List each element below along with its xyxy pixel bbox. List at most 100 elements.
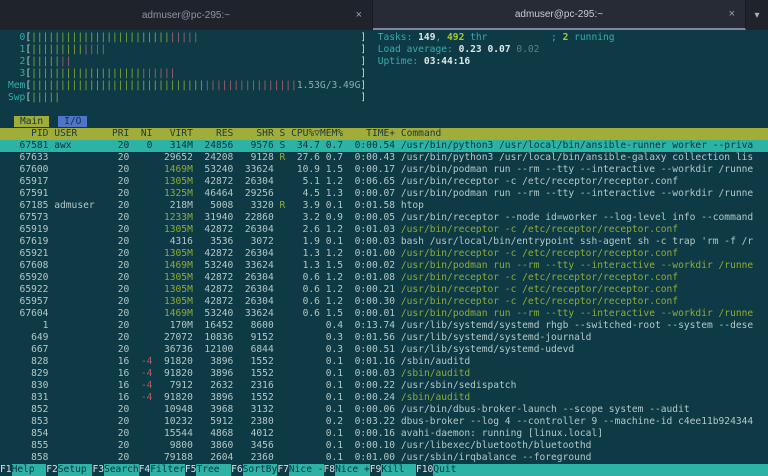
cell-s (280, 236, 292, 247)
process-row[interactable]: 65921 20 1305M 42872 26304 1.3 1.2 0:01.… (0, 248, 768, 260)
process-row[interactable]: 65957 20 1305M 42872 26304 0.6 1.2 0:00.… (0, 296, 768, 308)
fkey-f10[interactable]: F10 (416, 464, 433, 476)
cell-s: S (280, 140, 292, 151)
fkey-label-kill[interactable]: Kill (381, 464, 416, 476)
stats-text: 149 (418, 32, 435, 43)
process-row[interactable]: 65919 20 1305M 42872 26304 2.6 1.2 0:01.… (0, 224, 768, 236)
cell-s: R (280, 152, 292, 163)
cell-ni (135, 344, 158, 355)
cell-shr: 6844 (239, 344, 279, 355)
fkey-label-sortby[interactable]: SortBy (243, 464, 278, 476)
process-row[interactable]: 854 20 15544 4868 4012 0.1 0:00.16 avahi… (0, 428, 768, 440)
cell-s (280, 440, 292, 451)
fkey-f2[interactable]: F2 (46, 464, 58, 476)
cell-mem: 1.2 (320, 248, 349, 259)
process-row[interactable]: 830 16 -4 7912 2632 2316 0.1 0:00.22 /us… (0, 380, 768, 392)
column-header-s: S (280, 128, 292, 139)
process-row[interactable]: 65920 20 1305M 42872 26304 0.6 1.2 0:01.… (0, 272, 768, 284)
cell-user (54, 368, 112, 379)
fkey-f1[interactable]: F1 (0, 464, 12, 476)
cell-mem: 1.2 (320, 296, 349, 307)
fkey-label-setup[interactable]: Setup (58, 464, 93, 476)
cell-res: 5912 (199, 416, 239, 427)
fkey-label-help[interactable]: Help (12, 464, 47, 476)
cell-time: 0:13.74 (349, 320, 401, 331)
process-row[interactable]: 67604 20 1469M 53240 33624 0.6 1.5 0:00.… (0, 308, 768, 320)
column-header-ni: NI (135, 128, 158, 139)
fkey-label-nice[interactable]: Nice + (335, 464, 370, 476)
cell-mem: 0.7 (320, 152, 349, 163)
cell-shr: 1552 (239, 392, 279, 403)
cell-res: 3896 (199, 392, 239, 403)
tab-io[interactable]: I/O (58, 116, 87, 127)
cell-virt: 10232 (158, 416, 198, 427)
chevron-down-icon[interactable]: ▾ (746, 0, 768, 30)
cell-virt: 15544 (158, 428, 198, 439)
cell-pid: 65921 (8, 248, 54, 259)
process-row[interactable]: 65917 20 1305M 42872 26304 5.1 1.2 0:06.… (0, 176, 768, 188)
fkey-f4[interactable]: F4 (139, 464, 151, 476)
fkey-label-tree[interactable]: Tree (196, 464, 231, 476)
fkey-label-quit[interactable]: Quit (433, 464, 468, 476)
cell-res: 10836 (199, 332, 239, 343)
fkey-f5[interactable]: F5 (185, 464, 197, 476)
cell-s: R (280, 200, 292, 211)
process-row[interactable]: 67581 awx 20 0 314M 24856 9576 S 34.7 0.… (0, 140, 768, 152)
cell-pid: 853 (8, 416, 54, 427)
fkey-f8[interactable]: F8 (324, 464, 336, 476)
process-row[interactable]: 853 20 10232 5912 2380 0.2 0:03.22 dbus-… (0, 416, 768, 428)
cell-shr: 33624 (239, 164, 279, 175)
process-row[interactable]: 855 20 9800 3860 3456 0.1 0:00.10 /usr/l… (0, 440, 768, 452)
cell-time: 0:00.10 (349, 440, 401, 451)
fkey-f9[interactable]: F9 (370, 464, 382, 476)
stats-text: 03:44:16 (424, 56, 470, 67)
fkey-f3[interactable]: F3 (92, 464, 104, 476)
cell-s (280, 272, 292, 283)
fkey-f6[interactable]: F6 (231, 464, 243, 476)
process-row[interactable]: 829 16 -4 91820 3896 1552 0.1 0:00.03 /s… (0, 368, 768, 380)
close-icon[interactable]: × (729, 8, 735, 20)
process-row[interactable]: 1 20 170M 16452 8600 0.4 0:13.74 /usr/li… (0, 320, 768, 332)
cell-user (54, 152, 112, 163)
close-icon[interactable]: × (356, 9, 362, 21)
process-row[interactable]: 67608 20 1469M 53240 33624 1.3 1.5 0:00.… (0, 260, 768, 272)
column-header-row[interactable]: PID USER PRI NI VIRT RES SHR S CPU%▽MEM%… (0, 128, 768, 140)
process-row[interactable]: 67619 20 4316 3536 3072 1.9 0.1 0:00.03 … (0, 236, 768, 248)
cell-mem: 0.1 (320, 236, 349, 247)
process-row[interactable]: 67573 20 1233M 31940 22860 3.2 0.9 0:00.… (0, 212, 768, 224)
process-row[interactable]: 67185 admuser 20 218M 5008 3320 R 3.9 0.… (0, 200, 768, 212)
cell-cpu (291, 320, 320, 331)
cell-pri: 16 (112, 392, 135, 403)
cell-shr: 9128 (239, 152, 279, 163)
process-row[interactable]: 828 16 -4 91820 3896 1552 0.1 0:01.16 /s… (0, 356, 768, 368)
cell-ni (135, 416, 158, 427)
process-row[interactable]: 65922 20 1305M 42872 26304 0.6 1.2 0:00.… (0, 284, 768, 296)
cell-pri: 20 (112, 164, 135, 175)
cell-cmd: /usr/bin/podman run --rm --tty --interac… (401, 260, 753, 271)
cell-pid: 854 (8, 428, 54, 439)
cell-pid: 65957 (8, 296, 54, 307)
cell-cpu: 2.6 (291, 224, 320, 235)
cell-mem: 0.3 (320, 344, 349, 355)
fkey-label-nice[interactable]: Nice - (289, 464, 324, 476)
process-row[interactable]: 831 16 -4 91820 3896 1552 0.1 0:00.24 /s… (0, 392, 768, 404)
fkey-label-search[interactable]: Search (104, 464, 139, 476)
cell-pri: 20 (112, 212, 135, 223)
terminal-tab-2[interactable]: admuser@pc-295:~ × (373, 0, 746, 30)
fkey-f7[interactable]: F7 (277, 464, 289, 476)
cell-mem: 1.5 (320, 164, 349, 175)
tab-main[interactable]: Main (14, 116, 49, 127)
process-row[interactable]: 67600 20 1469M 53240 33624 10.9 1.5 0:00… (0, 164, 768, 176)
terminal-tab-1[interactable]: admuser@pc-295:~ × (0, 0, 373, 30)
process-row[interactable]: 67633 20 29652 24208 9128 R 27.6 0.7 0:0… (0, 152, 768, 164)
process-row[interactable]: 858 20 79188 2604 2360 0.1 0:01.00 /usr/… (0, 452, 768, 464)
process-row[interactable]: 852 20 10948 3968 3132 0.1 0:00.06 /usr/… (0, 404, 768, 416)
process-row[interactable]: 67591 20 1325M 46464 29256 4.5 1.3 0:00.… (0, 188, 768, 200)
cell-cpu: 4.5 (291, 188, 320, 199)
cell-virt: 91820 (158, 392, 198, 403)
process-row[interactable]: 649 20 27072 10836 9152 0.3 0:01.56 /usr… (0, 332, 768, 344)
process-row[interactable]: 667 20 36736 12100 6844 0.3 0:00.51 /usr… (0, 344, 768, 356)
cell-pid: 831 (8, 392, 54, 403)
fkey-label-filter[interactable]: Filter (150, 464, 185, 476)
cell-time: 0:01.00 (349, 248, 401, 259)
